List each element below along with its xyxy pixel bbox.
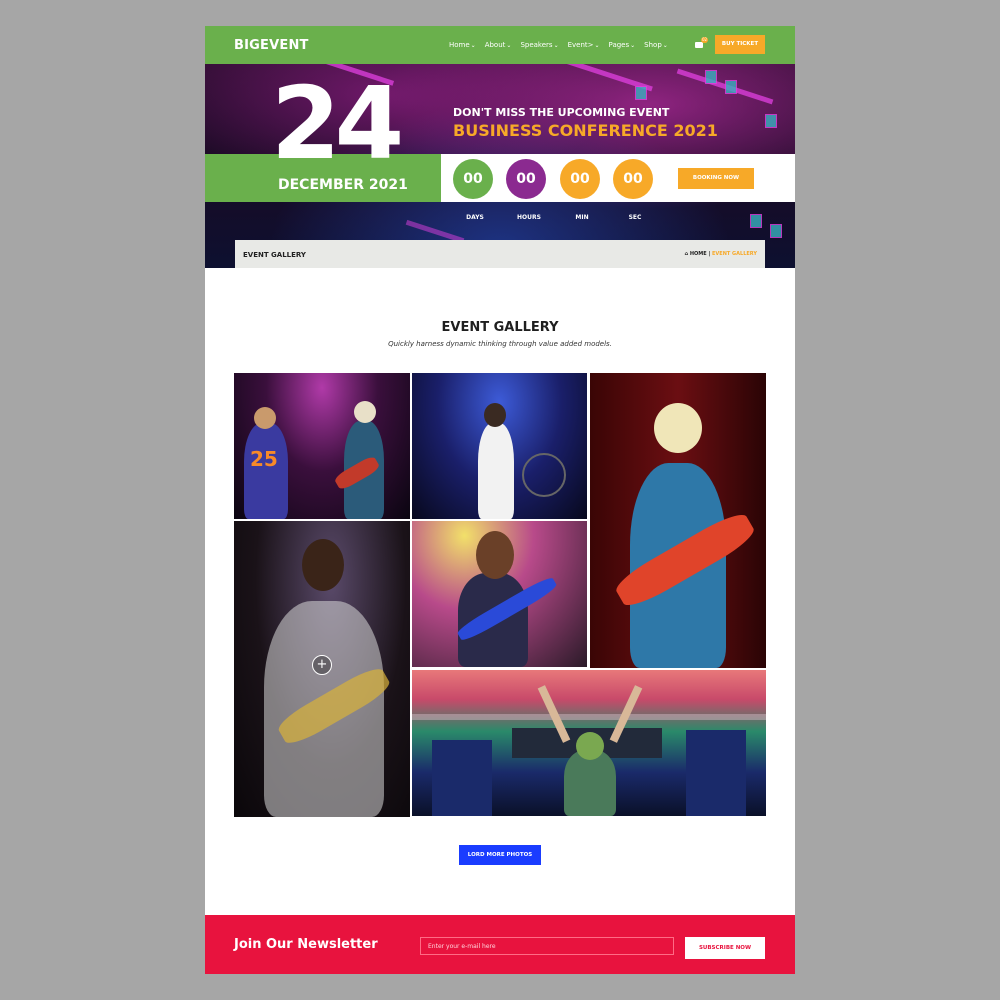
chevron-down-icon: ⌄ [470,42,476,49]
performer-head [302,539,344,591]
main-nav: Home⌄ About⌄ Speakers⌄ Event>⌄ Pages⌄ Sh… [449,41,677,49]
performer-head [476,531,514,579]
nav-item-speakers[interactable]: Speakers⌄ [520,41,558,49]
nav-label: Shop [644,41,662,49]
drum-graphic [522,453,566,497]
gallery-photo-dj-crowd[interactable] [412,670,766,816]
event-day: 24 [271,65,404,182]
gallery-title: EVENT GALLERY [441,320,559,335]
performer-figure [244,423,288,519]
chevron-down-icon: ⌄ [630,42,636,49]
nav-label: Home [449,41,470,49]
countdown-hours-label: HOURS [517,214,541,221]
countdown-minutes: 00 [560,159,600,199]
nav-label: About [484,41,506,49]
breadcrumb: EVENT GALLERY ⌂ HOME | EVENT GALLERY [235,240,765,268]
gallery-photo-bass-guitarist[interactable] [590,373,766,668]
breadcrumb-trail: ⌂ HOME | EVENT GALLERY [685,251,757,257]
cart-count-badge: 02 [701,37,708,43]
buy-ticket-button[interactable]: BUY TICKET [715,35,765,54]
load-more-photos-button[interactable]: LORD MORE PHOTOS [459,845,541,865]
stage-speaker [725,80,737,94]
cart-icon[interactable]: 02 [695,37,708,49]
hero-banner: 24 DECEMBER 2021 DON'T MISS THE UPCOMING… [205,64,795,268]
countdown-hours: 00 [506,159,546,199]
crowd-graphic [412,714,766,720]
gallery-photo-singer[interactable] [412,373,587,519]
performer-head [484,403,506,427]
jersey-number-graphic: 25 [250,447,278,471]
hero-kicker: DON'T MISS THE UPCOMING EVENT [453,106,670,119]
nav-label: Speakers [520,41,553,49]
countdown-min-label: MIN [575,214,589,221]
countdown-seconds: 00 [613,159,653,199]
site-logo[interactable]: BIGEVENT [234,38,309,53]
chevron-down-icon: ⌄ [506,42,512,49]
gallery-subtitle: Quickly harness dynamic thinking through… [388,340,612,348]
newsletter-section: Join Our Newsletter SUBSCRIBE NOW [205,915,795,974]
performer-figure [478,423,514,519]
subscribe-now-button[interactable]: SUBSCRIBE NOW [685,937,765,959]
nav-item-home[interactable]: Home⌄ [449,41,476,49]
breadcrumb-current: EVENT GALLERY [712,251,757,257]
top-navbar: BIGEVENT Home⌄ About⌄ Speakers⌄ Event>⌄ … [205,26,795,64]
nav-label: Pages [608,41,630,49]
performer-head [654,403,702,453]
nav-label: Event> [567,41,594,49]
page: BIGEVENT Home⌄ About⌄ Speakers⌄ Event>⌄ … [205,26,795,974]
page-title: EVENT GALLERY [243,251,306,259]
chevron-down-icon: ⌄ [662,42,668,49]
stage-speaker [750,214,762,228]
countdown-days-label: DAYS [466,214,484,221]
nav-item-pages[interactable]: Pages⌄ [609,41,636,49]
nav-item-event[interactable]: Event>⌄ [568,41,600,49]
performer-head [576,732,604,760]
performer-head [354,401,376,423]
countdown-days: 00 [453,159,493,199]
speaker-stack-graphic [686,730,746,816]
hero-title: BUSINESS CONFERENCE 2021 [453,121,718,140]
newsletter-title: Join Our Newsletter [234,937,378,952]
newsletter-email-input[interactable] [420,937,674,955]
breadcrumb-home-link[interactable]: HOME [690,251,707,257]
stage-speaker [770,224,782,238]
home-icon: ⌂ [684,251,689,257]
stage-speaker [635,86,647,100]
shopping-bag-icon [695,42,703,48]
gallery-photo-rapper-guitarist[interactable]: 25 [234,373,410,519]
chevron-down-icon: ⌄ [594,42,600,49]
countdown-sec-label: SEC [628,214,642,221]
nav-item-about[interactable]: About⌄ [485,41,512,49]
performer-head [254,407,276,429]
speaker-stack-graphic [432,740,492,816]
stage-speaker [765,114,777,128]
chevron-down-icon: ⌄ [553,42,559,49]
nav-item-shop[interactable]: Shop⌄ [644,41,668,49]
booking-now-button[interactable]: BOOKING NOW [678,168,754,189]
stage-speaker [705,70,717,84]
gallery-photo-long-hair-bassist[interactable] [412,521,587,667]
zoom-plus-icon[interactable]: + [312,655,332,675]
gallery-photo-white-suit-performer[interactable]: + [234,521,410,817]
event-month-year: DECEMBER 2021 [278,177,408,193]
